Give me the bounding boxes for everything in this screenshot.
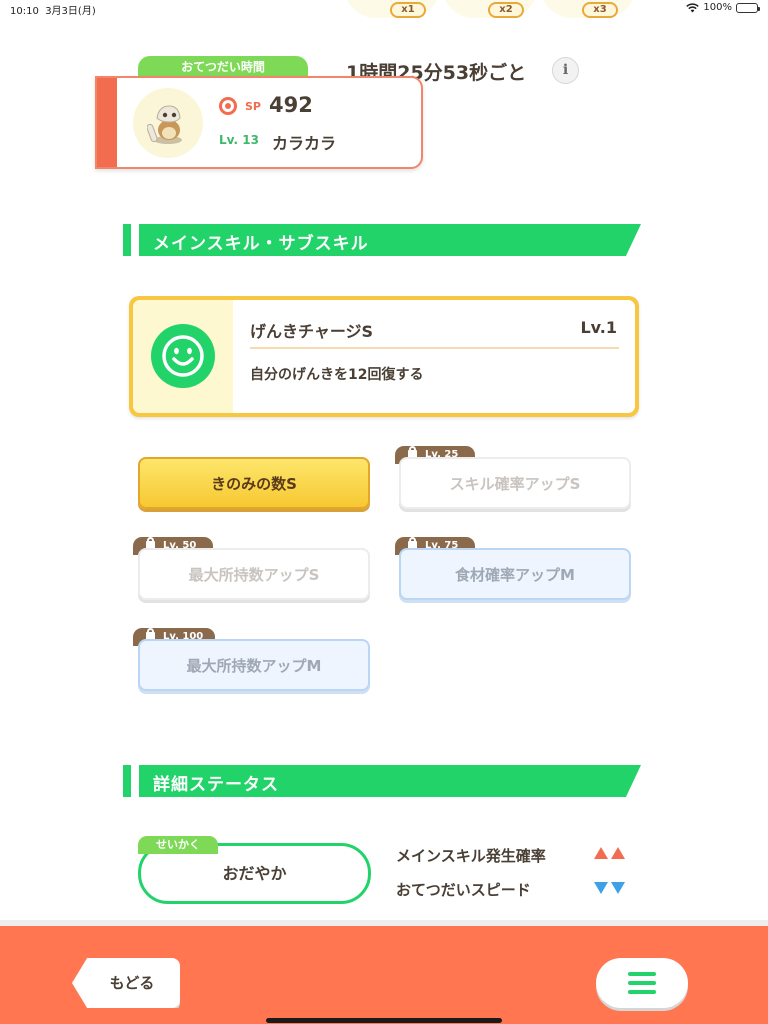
- nature-down-stat: おてつだいスピード: [396, 881, 531, 899]
- pokemon-card-accent: [97, 78, 117, 167]
- subskill-2-button[interactable]: スキル確率アップS: [399, 457, 631, 509]
- speed-x3-label[interactable]: x3: [582, 2, 618, 18]
- pokemon-name: カラカラ: [272, 134, 337, 153]
- home-indicator[interactable]: [266, 1018, 502, 1023]
- sp-value: 492: [269, 93, 313, 117]
- main-skill-name: げんきチャージS: [250, 322, 374, 341]
- subskill-1-button[interactable]: きのみの数S: [138, 457, 370, 509]
- skills-section-header: メインスキル・サブスキル: [123, 224, 643, 256]
- back-button[interactable]: もどる: [72, 958, 180, 1008]
- smile-icon: [151, 324, 215, 388]
- main-skill-level: Lv.1: [580, 318, 617, 337]
- pokemon-level: Lv. 13: [219, 133, 259, 147]
- battery-icon: [736, 2, 760, 13]
- pokemon-card[interactable]: SP 492 Lv. 13 カラカラ: [95, 76, 423, 169]
- sp-pokeball-icon: [219, 97, 237, 115]
- main-skill-description: 自分のげんきを12回復する: [250, 367, 424, 383]
- subskill-4-button[interactable]: 食材確率アップM: [399, 548, 631, 600]
- nature-label: せいかく: [138, 836, 218, 854]
- up-arrows: [594, 847, 625, 859]
- status-time: 10:10 3月3日(月): [10, 6, 96, 17]
- up-arrow-icon: [594, 847, 608, 859]
- sp-label: SP: [245, 100, 261, 113]
- up-arrow-icon: [611, 847, 625, 859]
- pokemon-avatar: [133, 88, 203, 158]
- speed-x1-label[interactable]: x1: [390, 2, 426, 18]
- battery-percent: 100%: [703, 2, 732, 13]
- skills-section-title: メインスキル・サブスキル: [153, 234, 369, 254]
- status-section-header: 詳細ステータス: [123, 765, 643, 797]
- down-arrow-icon: [594, 882, 608, 894]
- status-right: 100%: [686, 2, 760, 13]
- cubone-icon: [147, 105, 182, 144]
- speed-x2-label[interactable]: x2: [488, 2, 524, 18]
- info-icon[interactable]: i: [552, 57, 579, 84]
- subskill-3-button[interactable]: 最大所持数アップS: [138, 548, 370, 600]
- subskill-5-button[interactable]: 最大所持数アップM: [138, 639, 370, 691]
- wifi-icon: [686, 2, 700, 12]
- menu-button[interactable]: [596, 958, 688, 1008]
- down-arrow-icon: [611, 882, 625, 894]
- main-skill-card[interactable]: げんきチャージS Lv.1 自分のげんきを12回復する: [129, 296, 639, 417]
- bottom-bar: もどる: [0, 920, 768, 1024]
- nature-up-stat: メインスキル発生確率: [396, 847, 546, 865]
- down-arrows: [594, 882, 625, 894]
- status-section-title: 詳細ステータス: [153, 775, 279, 795]
- divider: [250, 347, 619, 349]
